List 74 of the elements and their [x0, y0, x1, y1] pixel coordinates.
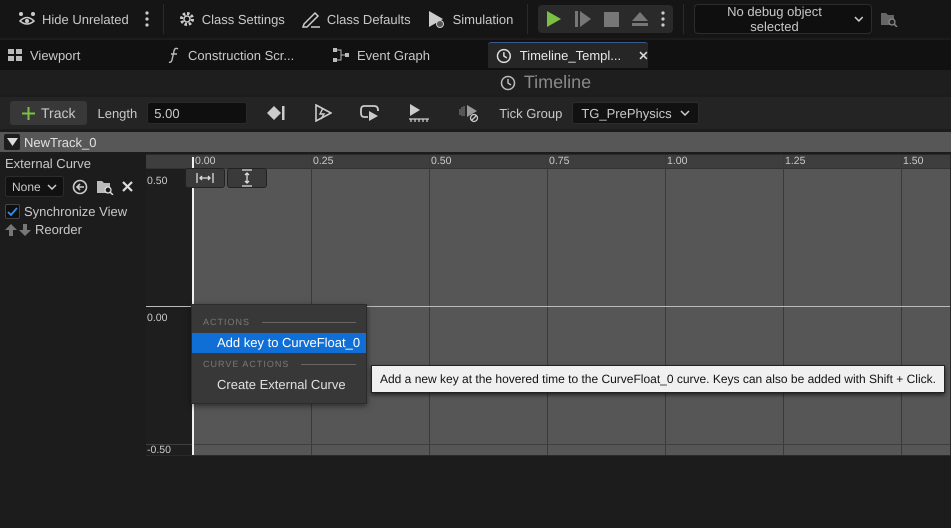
folder-search-icon[interactable] [880, 11, 898, 27]
step-icon[interactable] [574, 10, 592, 28]
value-tick-label: 0.50 [147, 175, 168, 187]
clock-icon [496, 48, 512, 64]
time-tick-label: 0.75 [548, 155, 570, 167]
toolbar-button[interactable]: Hide Unrelated [14, 4, 133, 34]
nodes-icon [333, 48, 349, 62]
close-icon[interactable] [639, 51, 648, 60]
tick-group-label: Tick Group [499, 106, 562, 120]
tab-label: Timeline_Templ... [520, 48, 622, 63]
fit-vertical-icon [241, 169, 253, 187]
time-tick-label: 1.00 [666, 155, 688, 167]
eject-icon[interactable] [631, 11, 650, 27]
up-down-arrows-icon[interactable] [5, 224, 31, 236]
editor-tab[interactable]: Timeline_Templ... [488, 42, 648, 68]
time-tick-label: 1.50 [902, 155, 924, 167]
editor-tab[interactable]: Event Graph [325, 42, 475, 68]
clock-icon [500, 74, 516, 90]
menu-item[interactable]: Add key to CurveFloat_0 [192, 333, 366, 353]
track-name: NewTrack_0 [24, 134, 96, 150]
time-tick-label: 0.25 [312, 155, 334, 167]
editor-tab[interactable]: Construction Scr... [160, 42, 310, 68]
tooltip: Add a new key at the hovered time to the CurveFloat_0 curve. Keys can also be added with Shift + Click. [371, 365, 945, 393]
checkbox-label: Synchronize View [24, 204, 128, 219]
tick-group-dropdown[interactable]: TG_PrePhysics [572, 102, 699, 124]
add-track-button[interactable]: Track [10, 101, 88, 125]
tab-label: Viewport [30, 48, 80, 62]
function-icon [168, 47, 180, 63]
menu-item[interactable]: Create External Curve [192, 375, 366, 395]
folder-search-icon[interactable] [96, 178, 114, 194]
more-icon[interactable] [661, 11, 666, 27]
external-curve-label: External Curve [5, 156, 92, 171]
stop-icon[interactable] [604, 12, 620, 26]
fit-horizontal-icon [196, 172, 214, 184]
expand-toggle[interactable] [4, 134, 20, 150]
pencil-icon [300, 10, 321, 28]
time-tick-label: 1.25 [784, 155, 806, 167]
tab-label: Event Graph [357, 48, 430, 62]
toolbar-button[interactable]: Simulation [422, 4, 518, 34]
menu-section-heading: CURVE ACTIONS [203, 359, 290, 369]
fit-vertical-button[interactable] [227, 168, 267, 188]
plus-icon [22, 106, 35, 120]
length-field[interactable]: 5.00 [147, 102, 248, 124]
chevron-down-icon [680, 110, 690, 116]
value-tick-label: -0.50 [147, 444, 171, 456]
toolbar-button[interactable]: Class Defaults [296, 4, 415, 34]
play-icon[interactable] [546, 10, 562, 28]
play-ruler-icon[interactable] [408, 103, 430, 123]
value-tick-label: 0.00 [147, 312, 168, 324]
chevron-down-icon [854, 16, 864, 22]
menu-section-heading: ACTIONS [203, 317, 250, 327]
fit-horizontal-button[interactable] [185, 168, 225, 188]
checkbox[interactable] [5, 204, 20, 219]
curve-dropdown[interactable]: None [5, 176, 64, 197]
check-icon [7, 207, 18, 216]
chevron-down-icon [46, 184, 57, 190]
panel-title: Timeline [524, 72, 592, 93]
length-label: Length [97, 106, 138, 120]
reorder-label: Reorder [35, 222, 82, 237]
loop-icon[interactable] [360, 104, 380, 122]
eye-icon [18, 11, 36, 27]
gear-icon [178, 10, 196, 28]
close-icon[interactable] [122, 181, 133, 192]
autoplay-icon[interactable] [314, 104, 332, 122]
keyframe-icon[interactable] [266, 105, 286, 121]
triangle-down-icon [6, 138, 18, 146]
more-icon[interactable] [144, 11, 149, 27]
debug-object-dropdown[interactable]: No debug object selected [694, 4, 872, 34]
time-tick-label: 0.50 [430, 155, 452, 167]
time-tick-label: 0.00 [194, 155, 216, 167]
grid-icon [8, 49, 22, 61]
tab-label: Construction Scr... [188, 48, 294, 62]
toolbar-button[interactable]: Class Settings [174, 4, 289, 34]
editor-tab[interactable]: Viewport [0, 42, 160, 68]
